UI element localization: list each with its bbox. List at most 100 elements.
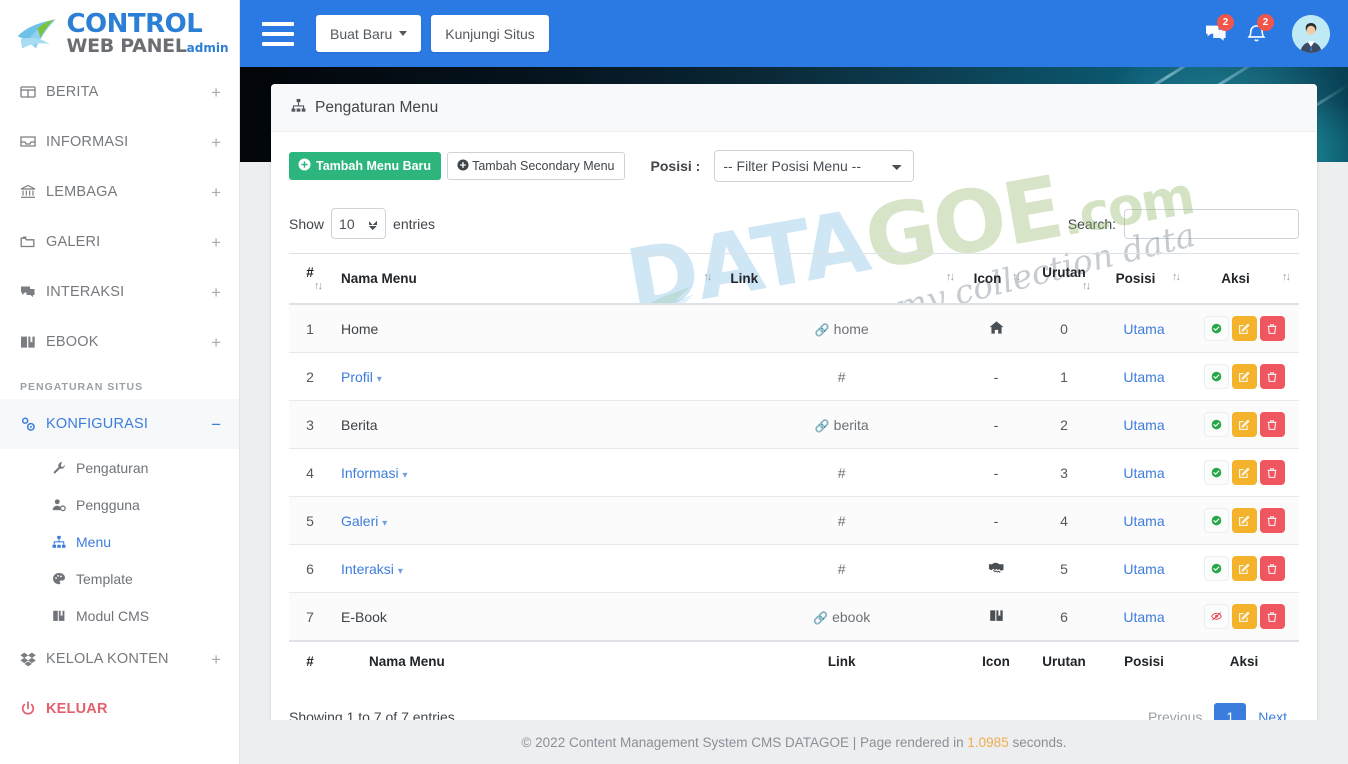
sort-icon: ↑↓ [703,271,710,283]
edit-button[interactable] [1232,460,1257,485]
search-input[interactable] [1124,209,1299,239]
toggle-visible-button[interactable] [1204,364,1229,389]
page-length-select[interactable]: 10 [331,208,386,239]
th-icon-label: Icon [974,271,1002,286]
sidebar-subitem-label: Modul CMS [76,608,149,624]
edit-button[interactable] [1232,604,1257,629]
hamburger-icon[interactable] [262,22,294,46]
posisi-link[interactable]: Utama [1123,465,1164,481]
visit-site-button[interactable]: Kunjungi Situs [431,15,549,52]
cell-posisi: Utama [1099,353,1189,401]
add-menu-button[interactable]: Tambah Menu Baru [289,152,441,180]
posisi-filter-select[interactable]: -- Filter Posisi Menu -- [714,150,914,182]
link-icon: 🔗 [815,323,830,337]
visit-site-label: Kunjungi Situs [445,26,535,42]
th-urutan[interactable]: Urutan↑↓ [1029,254,1099,305]
edit-button[interactable] [1232,508,1257,533]
menu-name-link[interactable]: Informasi [341,465,399,481]
posisi-filter-label: Posisi : [651,158,701,174]
menu-name-link[interactable]: Interaksi [341,561,394,577]
sidebar-subitem-modul-cms[interactable]: Modul CMS [0,597,239,634]
avatar[interactable] [1292,15,1330,53]
delete-button[interactable] [1260,412,1285,437]
toggle-hidden-button[interactable] [1204,604,1229,629]
delete-button[interactable] [1260,508,1285,533]
sidebar-item-interaksi[interactable]: INTERAKSI + [0,267,239,317]
plus-circle-icon [298,158,311,174]
add-secondary-menu-button[interactable]: Tambah Secondary Menu [447,152,624,180]
delete-button[interactable] [1260,604,1285,629]
sidebar-item-galeri[interactable]: GALERI + [0,217,239,267]
cell-link: 🔗home [720,304,963,353]
create-new-button[interactable]: Buat Baru [316,15,421,52]
notifications-badge: 2 [1257,14,1274,31]
sidebar-item-label: INTERAKSI [46,284,211,300]
th-number-label: # [306,265,314,280]
brand-logo[interactable]: CONTROL WEB PANELadmin [0,0,239,67]
toggle-visible-button[interactable] [1204,316,1229,341]
toggle-visible-button[interactable] [1204,412,1229,437]
toggle-visible-button[interactable] [1204,460,1229,485]
sidebar-item-lembaga[interactable]: LEMBAGA + [0,167,239,217]
expand-toggle-icon[interactable]: + [211,84,221,101]
notifications-icon[interactable]: 2 [1236,14,1276,54]
posisi-link[interactable]: Utama [1123,561,1164,577]
sidebar-item-ebook[interactable]: EBOOK + [0,317,239,367]
edit-button[interactable] [1232,364,1257,389]
collapse-toggle-icon[interactable]: − [211,416,221,433]
th-posisi[interactable]: Posisi↑↓ [1099,254,1189,305]
sidebar-item-konfigurasi[interactable]: KONFIGURASI − [0,399,239,449]
menu-name-link[interactable]: Galeri [341,513,378,529]
expand-toggle-icon[interactable]: + [211,334,221,351]
chevron-down-icon[interactable]: ▾ [377,374,382,385]
th-link[interactable]: Link↑↓ [720,254,963,305]
cell-aksi [1189,449,1299,497]
th-urutan-label: Urutan [1042,265,1086,280]
menu-name-link[interactable]: Profil [341,369,373,385]
sidebar-subitem-menu[interactable]: Menu [0,523,239,560]
sidebar-item-keluar[interactable]: KELUAR [0,684,239,734]
posisi-link[interactable]: Utama [1123,513,1164,529]
sidebar-item-informasi[interactable]: INFORMASI + [0,117,239,167]
edit-button[interactable] [1232,412,1257,437]
sidebar-subitem-template[interactable]: Template [0,560,239,597]
datatable-controls: Show 10 entries Search: [289,208,1299,239]
expand-toggle-icon[interactable]: + [211,651,221,668]
sidebar-item-kelola-konten[interactable]: KELOLA KONTEN + [0,634,239,684]
expand-toggle-icon[interactable]: + [211,134,221,151]
chevron-down-icon[interactable]: ▾ [398,566,403,577]
delete-button[interactable] [1260,364,1285,389]
sidebar-subitem-label: Menu [76,534,111,550]
sidebar-item-berita[interactable]: BERITA + [0,67,239,117]
posisi-link[interactable]: Utama [1123,321,1164,337]
th-nama-menu[interactable]: Nama Menu↑↓ [331,254,720,305]
messages-icon[interactable]: 2 [1196,14,1236,54]
posisi-link[interactable]: Utama [1123,609,1164,625]
delete-button[interactable] [1260,556,1285,581]
menu-name-text: Berita [341,417,378,433]
wrench-icon [52,461,68,475]
expand-toggle-icon[interactable]: + [211,234,221,251]
posisi-link[interactable]: Utama [1123,417,1164,433]
posisi-link[interactable]: Utama [1123,369,1164,385]
chevron-down-icon[interactable]: ▾ [382,518,387,529]
th-number[interactable]: #↑↓ [289,254,331,305]
sidebar-subitem-pengaturan[interactable]: Pengaturan [0,449,239,486]
expand-toggle-icon[interactable]: + [211,184,221,201]
chevron-down-icon[interactable]: ▾ [402,470,407,481]
delete-button[interactable] [1260,460,1285,485]
toggle-visible-button[interactable] [1204,508,1229,533]
th-icon[interactable]: Icon↑↓ [963,254,1029,305]
sidebar-subitem-pengguna[interactable]: Pengguna [0,486,239,523]
action-buttons [1199,412,1289,437]
expand-toggle-icon[interactable]: + [211,284,221,301]
sort-icon: ↑↓ [946,271,953,283]
search-label: Search: [1068,216,1116,232]
edit-button[interactable] [1232,556,1257,581]
tf-number: # [289,641,331,681]
cell-number: 7 [289,593,331,642]
edit-button[interactable] [1232,316,1257,341]
th-aksi[interactable]: Aksi↑↓ [1189,254,1299,305]
delete-button[interactable] [1260,316,1285,341]
toggle-visible-button[interactable] [1204,556,1229,581]
